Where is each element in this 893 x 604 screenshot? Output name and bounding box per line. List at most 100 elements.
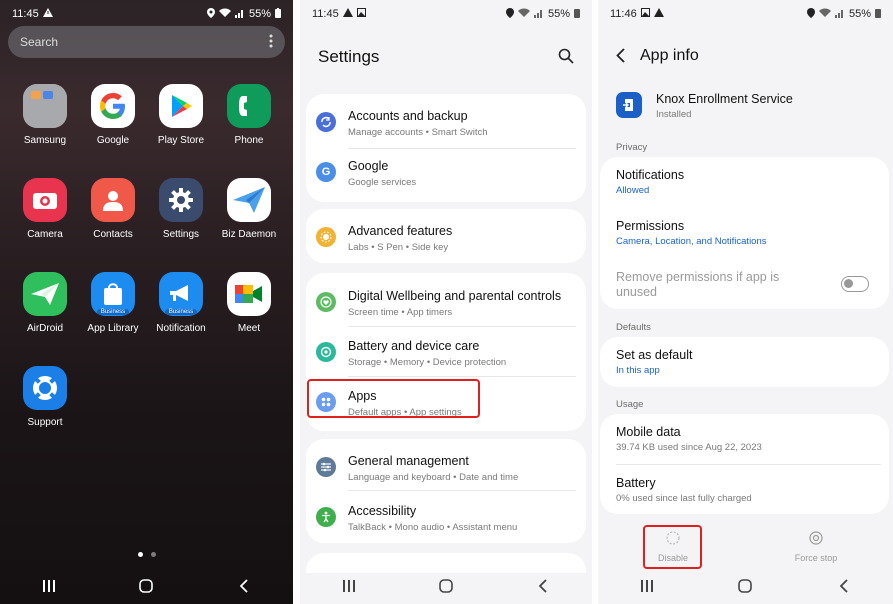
google-g-icon: G — [316, 162, 336, 182]
more-options-icon[interactable] — [269, 34, 273, 51]
separator — [616, 464, 881, 465]
search-bar[interactable]: Search — [8, 26, 285, 58]
business-badge: Business — [165, 309, 197, 315]
mobile-data-value: 39.74 KB used since Aug 22, 2023 — [616, 442, 762, 453]
remove-permissions-toggle[interactable] — [841, 276, 869, 292]
app-notification[interactable]: Business Notification — [147, 272, 215, 334]
wifi-icon — [818, 8, 831, 21]
page-title: Settings — [318, 47, 380, 66]
status-time: 11:45 — [312, 8, 339, 20]
status-bar: 11:46 55% — [598, 0, 893, 28]
item-subtitle: TalkBack • Mono audio • Assistant menu — [348, 522, 518, 533]
nav-bar — [300, 568, 592, 604]
apps-highlight-box — [307, 379, 480, 418]
item-subtitle: Language and keyboard • Date and time — [348, 472, 519, 483]
app-airdroid[interactable]: AirDroid — [11, 272, 79, 334]
home-icon[interactable] — [725, 574, 765, 598]
battery-icon — [275, 7, 281, 21]
alert-icon — [653, 8, 664, 20]
location-icon — [806, 7, 815, 21]
page-indicator — [0, 552, 293, 557]
settings-screen: 11:45 55% Settings Accounts and backup M… — [300, 0, 592, 604]
app-phone[interactable]: Phone — [215, 84, 283, 146]
item-subtitle: Google services — [348, 177, 417, 188]
notifications-title: Notifications — [616, 168, 685, 182]
set-as-default-title: Set as default — [616, 348, 693, 362]
search-icon[interactable] — [558, 48, 574, 69]
force-stop-icon — [809, 531, 823, 547]
back-icon[interactable] — [224, 574, 264, 598]
settings-item-google[interactable]: G Google Google services — [306, 148, 586, 198]
advanced-features-icon — [316, 227, 336, 247]
nav-bar — [0, 568, 293, 604]
app-app-library[interactable]: Business App Library — [79, 272, 147, 334]
app-contacts[interactable]: Contacts — [79, 178, 147, 240]
section-header-usage: Usage — [616, 399, 644, 410]
status-time: 11:45 — [12, 8, 39, 20]
app-label: Notification — [156, 323, 206, 334]
settings-item-accessibility[interactable]: Accessibility TalkBack • Mono audio • As… — [306, 493, 586, 543]
app-google[interactable]: Google — [79, 84, 147, 146]
app-label: Meet — [237, 323, 261, 334]
app-label: Biz Daemon — [221, 229, 277, 240]
page-title: App info — [640, 47, 699, 64]
app-biz-daemon[interactable]: Biz Daemon — [215, 178, 283, 240]
app-settings[interactable]: Settings — [147, 178, 215, 240]
recents-icon[interactable] — [627, 574, 667, 598]
notifications-value: Allowed — [616, 185, 650, 196]
app-support[interactable]: Support — [11, 366, 79, 428]
play-store-icon — [159, 84, 203, 128]
biz-daemon-icon — [227, 178, 271, 222]
back-icon[interactable] — [824, 574, 864, 598]
device-care-icon — [316, 342, 336, 362]
accessibility-icon — [316, 507, 336, 527]
remove-permissions-label: Remove permissions if app is — [616, 270, 780, 284]
app-label: Play Store — [157, 135, 205, 146]
separator — [348, 376, 576, 377]
separator — [348, 490, 576, 491]
app-label: Contacts — [93, 229, 133, 240]
force-stop-label: Force stop — [794, 553, 838, 563]
home-icon[interactable] — [126, 574, 166, 598]
app-play-store[interactable]: Play Store — [147, 84, 215, 146]
back-icon[interactable] — [523, 574, 563, 598]
item-title: Accounts and backup — [348, 109, 468, 123]
app-name: Knox Enrollment Service — [656, 92, 793, 106]
settings-item-advanced-features[interactable]: Advanced features Labs • S Pen • Side ke… — [306, 213, 586, 263]
settings-card: General management Language and keyboard… — [306, 439, 586, 543]
battery-title: Battery — [616, 476, 656, 490]
app-samsung[interactable]: Samsung — [11, 84, 79, 146]
battery-percent: 55% — [848, 8, 871, 20]
separator — [348, 326, 576, 327]
settings-item-battery-device-care[interactable]: Battery and device care Storage • Memory… — [306, 328, 586, 378]
settings-item-general-management[interactable]: General management Language and keyboard… — [306, 443, 586, 493]
megaphone-icon: Business — [159, 272, 203, 316]
signal-icon — [234, 8, 245, 21]
gallery-icon — [356, 8, 366, 20]
app-library-bag-icon: Business — [91, 272, 135, 316]
section-header-defaults: Defaults — [616, 322, 651, 333]
recents-icon[interactable] — [29, 574, 69, 598]
settings-item-digital-wellbeing[interactable]: Digital Wellbeing and parental controls … — [306, 278, 586, 328]
back-arrow-icon[interactable] — [616, 48, 625, 68]
settings-gear-icon — [159, 178, 203, 222]
samsung-folder-icon — [23, 84, 67, 128]
app-camera[interactable]: Camera — [11, 178, 79, 240]
item-subtitle: Storage • Memory • Device protection — [348, 357, 507, 368]
signal-icon — [533, 8, 544, 21]
gallery-icon — [640, 8, 650, 20]
recents-icon[interactable] — [329, 574, 369, 598]
sync-icon — [316, 112, 336, 132]
settings-item-accounts-backup[interactable]: Accounts and backup Manage accounts • Sm… — [306, 98, 586, 148]
search-placeholder: Search — [20, 35, 59, 49]
battery-percent: 55% — [547, 8, 570, 20]
force-stop-button[interactable]: Force stop — [781, 531, 851, 563]
airdroid-icon — [23, 272, 67, 316]
home-icon[interactable] — [426, 574, 466, 598]
status-bar: 11:45 55% — [300, 0, 592, 28]
camera-icon — [23, 178, 67, 222]
app-label: Camera — [27, 229, 63, 240]
app-meet[interactable]: Meet — [215, 272, 283, 334]
status-bar: 11:45 55% — [0, 0, 293, 28]
section-header-privacy: Privacy — [616, 142, 648, 153]
